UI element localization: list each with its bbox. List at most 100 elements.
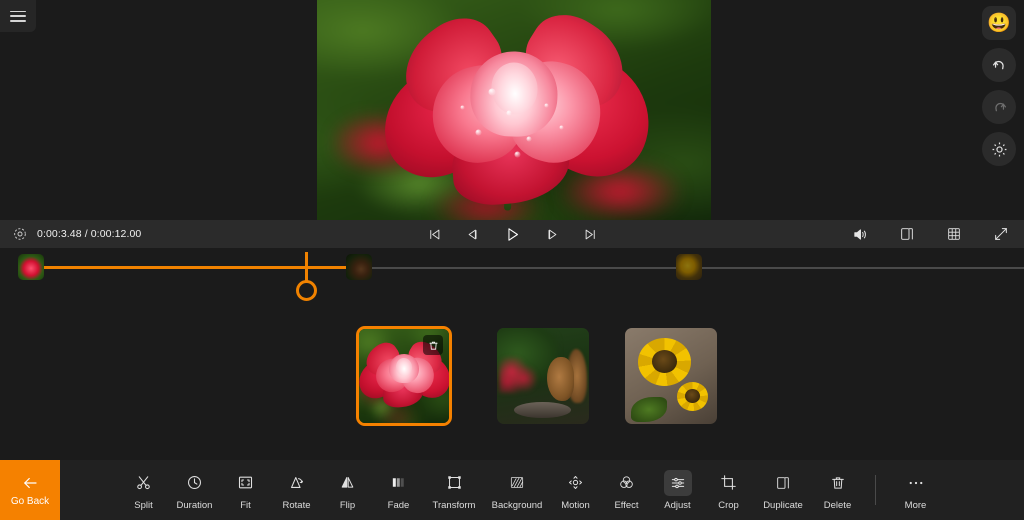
go-back-button[interactable]: Go Back <box>0 460 60 520</box>
tool-label: Fit <box>240 499 251 511</box>
expand-icon <box>995 228 1007 240</box>
grid-icon <box>948 228 960 240</box>
motion-icon <box>562 470 590 496</box>
settings-button[interactable] <box>982 132 1016 166</box>
redo-button[interactable] <box>982 90 1016 124</box>
redo-icon <box>994 102 1006 111</box>
undo-icon <box>992 60 1004 69</box>
hamburger-icon <box>10 10 26 22</box>
tool-label: Motion <box>561 499 590 511</box>
tool-motion[interactable]: Motion <box>550 464 601 516</box>
tool-label: Fade <box>387 499 410 511</box>
tool-label: Flip <box>339 499 356 511</box>
playhead-line <box>305 252 308 282</box>
tool-fit[interactable]: Fit <box>220 464 271 516</box>
transform-icon <box>440 470 468 496</box>
play-button[interactable] <box>501 223 523 245</box>
tool-label: Split <box>134 499 153 511</box>
timecode-group: 0:00:3.48 / 0:00:12.00 <box>0 226 141 242</box>
smiley-icon: 😃 <box>987 12 1011 34</box>
storyboard-strip: 00:04 00:04 <box>0 306 1024 460</box>
preview-image <box>317 0 711 220</box>
emoji-button[interactable]: 😃 <box>982 6 1016 40</box>
main-menu-button[interactable] <box>0 0 36 32</box>
tool-label: Transform <box>432 499 476 511</box>
video-preview[interactable] <box>317 0 711 220</box>
tool-label: More <box>904 499 927 511</box>
step-forward-icon <box>548 229 556 239</box>
skip-start-icon <box>429 229 439 239</box>
duplicate-icon <box>769 470 797 496</box>
tool-label: Effect <box>614 499 639 511</box>
preview-area <box>0 0 1024 220</box>
flip-icon <box>334 470 362 496</box>
step-backward-button[interactable] <box>462 223 484 245</box>
toolbar-divider <box>875 475 876 505</box>
video-editor-window: 😃 0:00:3.48 / 0:00:12.00 Go Back Split D… <box>0 0 1024 520</box>
tool-rotate[interactable]: Rotate <box>271 464 322 516</box>
crop-icon <box>715 470 743 496</box>
fullscreen-button[interactable] <box>990 223 1012 245</box>
tool-split[interactable]: Split <box>118 464 169 516</box>
transport-right-controls <box>849 223 1012 245</box>
playhead-handle[interactable] <box>296 280 317 301</box>
step-forward-button[interactable] <box>540 223 562 245</box>
fade-icon <box>385 470 413 496</box>
tool-duration[interactable]: Duration <box>169 464 220 516</box>
timeline-progress <box>32 266 350 269</box>
rotate-icon <box>283 470 311 496</box>
timeline-thumb-sunflower[interactable] <box>676 254 702 280</box>
tool-effect[interactable]: Effect <box>601 464 652 516</box>
tool-more[interactable]: More <box>890 464 941 516</box>
skip-to-start-button[interactable] <box>423 223 445 245</box>
arrow-left-icon <box>24 477 37 488</box>
copy-icon <box>901 228 913 240</box>
skip-to-end-button[interactable] <box>579 223 601 245</box>
scissors-icon <box>130 470 158 496</box>
tool-label: Duration <box>176 499 213 511</box>
sliders-icon <box>663 469 692 496</box>
play-icon <box>507 227 518 241</box>
background-icon <box>503 470 531 496</box>
tool-label: Delete <box>823 499 852 511</box>
tool-transform[interactable]: Transform <box>424 464 484 516</box>
tool-duplicate[interactable]: Duplicate <box>754 464 812 516</box>
timeline-thumb-rose[interactable] <box>18 254 44 280</box>
storyboard-clip-rose[interactable] <box>356 326 452 426</box>
step-back-icon <box>468 229 476 239</box>
gear-icon <box>992 142 1006 156</box>
fit-icon <box>232 470 260 496</box>
tool-fade[interactable]: Fade <box>373 464 424 516</box>
tool-buttons: Split Duration Fit Rotate Flip Fade Tran… <box>118 460 1024 520</box>
tool-label: Adjust <box>664 499 691 511</box>
storyboard-clip-sunflower[interactable] <box>625 328 717 424</box>
right-toolbar: 😃 <box>982 6 1016 166</box>
delete-clip-button[interactable] <box>423 335 443 355</box>
volume-icon <box>853 228 866 240</box>
grid-button[interactable] <box>943 223 965 245</box>
tool-label: Crop <box>718 499 739 511</box>
tool-label: Duplicate <box>763 499 803 511</box>
tool-background[interactable]: Background <box>484 464 550 516</box>
trash-icon <box>428 341 438 350</box>
tool-crop[interactable]: Crop <box>703 464 754 516</box>
tool-flip[interactable]: Flip <box>322 464 373 516</box>
tool-label: Rotate <box>282 499 311 511</box>
go-back-label: Go Back <box>10 495 50 507</box>
tool-delete[interactable]: Delete <box>812 464 863 516</box>
volume-button[interactable] <box>849 223 871 245</box>
picture-in-picture-button[interactable] <box>896 223 918 245</box>
clip-thumbnail <box>625 328 717 424</box>
storyboard-clip-squirrel[interactable] <box>497 328 589 424</box>
effect-icon <box>613 470 641 496</box>
ellipsis-icon <box>902 470 930 496</box>
transport-bar: 0:00:3.48 / 0:00:12.00 <box>0 220 1024 248</box>
tool-adjust[interactable]: Adjust <box>652 464 703 516</box>
undo-button[interactable] <box>982 48 1016 82</box>
loop-icon[interactable] <box>12 226 28 242</box>
timeline-thumb-squirrel[interactable] <box>346 254 372 280</box>
playback-controls <box>423 223 601 245</box>
bottom-toolbar: Go Back Split Duration Fit Rotate Flip F… <box>0 460 1024 520</box>
timecode-display: 0:00:3.48 / 0:00:12.00 <box>37 228 142 240</box>
timeline-scrubber[interactable] <box>0 248 1024 306</box>
